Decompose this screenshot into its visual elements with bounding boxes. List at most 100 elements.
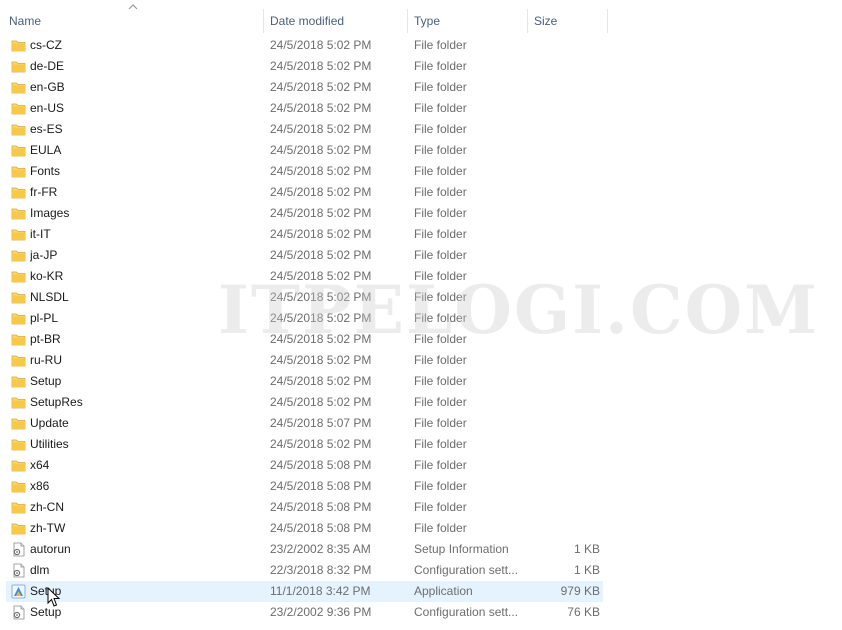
file-name: cs-CZ <box>30 38 62 52</box>
file-row[interactable]: zh-TW 24/5/2018 5:08 PM File folder <box>0 518 842 539</box>
file-size <box>530 455 600 476</box>
file-name: Setup <box>30 374 62 388</box>
file-date-modified: 11/1/2018 3:42 PM <box>270 584 371 598</box>
file-date-modified: 24/5/2018 5:02 PM <box>270 437 372 451</box>
file-name: Fonts <box>30 164 61 178</box>
file-row[interactable]: pt-BR 24/5/2018 5:02 PM File folder <box>0 329 842 350</box>
file-size: 1 KB <box>573 563 600 577</box>
file-row[interactable]: fr-FR 24/5/2018 5:02 PM File folder <box>0 182 842 203</box>
folder-icon <box>11 521 26 536</box>
file-name: dlm <box>30 563 50 577</box>
folder-icon <box>11 311 26 326</box>
folder-icon <box>11 59 26 74</box>
file-type: File folder <box>414 164 467 178</box>
file-name: Utilities <box>30 437 69 451</box>
folder-icon <box>11 164 26 179</box>
file-row[interactable]: Update 24/5/2018 5:07 PM File folder <box>0 413 842 434</box>
file-name: Setup <box>30 584 62 598</box>
folder-icon <box>11 332 26 347</box>
file-row[interactable]: en-US 24/5/2018 5:02 PM File folder <box>0 98 842 119</box>
file-row-selected[interactable]: Setup 11/1/2018 3:42 PM Application 979 KB <box>0 581 842 602</box>
column-header-type[interactable]: Type <box>408 8 528 34</box>
file-row[interactable]: Setup 23/2/2002 9:36 PM Configuration sett… <box>0 602 842 623</box>
file-size <box>530 350 600 371</box>
file-row[interactable]: zh-CN 24/5/2018 5:08 PM File folder <box>0 497 842 518</box>
folder-icon <box>11 437 26 452</box>
file-type: File folder <box>414 185 467 199</box>
file-row[interactable]: SetupRes 24/5/2018 5:02 PM File folder <box>0 392 842 413</box>
file-size <box>530 476 600 497</box>
file-date-modified: 24/5/2018 5:02 PM <box>270 248 372 262</box>
column-header-date-modified[interactable]: Date modified <box>264 8 408 34</box>
folder-icon <box>11 374 26 389</box>
file-name: en-US <box>30 101 65 115</box>
file-date-modified: 23/2/2002 8:35 AM <box>270 542 371 556</box>
file-date-modified: 24/5/2018 5:02 PM <box>270 311 372 325</box>
folder-icon <box>11 80 26 95</box>
file-row[interactable]: dlm 22/3/2018 8:32 PM Configuration sett..… <box>0 560 842 581</box>
file-size <box>530 518 600 539</box>
file-row[interactable]: Utilities 24/5/2018 5:02 PM File folder <box>0 434 842 455</box>
folder-icon <box>11 122 26 137</box>
file-row[interactable]: Images 24/5/2018 5:02 PM File folder <box>0 203 842 224</box>
file-date-modified: 24/5/2018 5:02 PM <box>270 332 372 346</box>
file-date-modified: 24/5/2018 5:02 PM <box>270 374 372 388</box>
file-date-modified: 22/3/2018 8:32 PM <box>270 563 372 577</box>
file-date-modified: 24/5/2018 5:02 PM <box>270 353 372 367</box>
file-type: File folder <box>414 479 467 493</box>
file-type: File folder <box>414 269 467 283</box>
file-row[interactable]: autorun 23/2/2002 8:35 AM Setup Informatio… <box>0 539 842 560</box>
mouse-cursor-icon <box>47 587 61 607</box>
file-name: Update <box>30 416 69 430</box>
column-header-size[interactable]: Size <box>528 8 608 34</box>
folder-icon <box>11 227 26 242</box>
folder-icon <box>11 479 26 494</box>
file-list: cs-CZ 24/5/2018 5:02 PM File folder de-DE 24… <box>0 35 842 623</box>
file-date-modified: 24/5/2018 5:02 PM <box>270 164 372 178</box>
file-size <box>530 392 600 413</box>
folder-icon <box>11 206 26 221</box>
file-row[interactable]: Fonts 24/5/2018 5:02 PM File folder <box>0 161 842 182</box>
application-icon <box>11 584 26 599</box>
file-row[interactable]: ja-JP 24/5/2018 5:02 PM File folder <box>0 245 842 266</box>
file-row[interactable]: ru-RU 24/5/2018 5:02 PM File folder <box>0 350 842 371</box>
file-type: File folder <box>414 458 467 472</box>
file-date-modified: 24/5/2018 5:02 PM <box>270 101 372 115</box>
file-row[interactable]: Setup 24/5/2018 5:02 PM File folder <box>0 371 842 392</box>
column-separator[interactable] <box>607 9 608 33</box>
file-date-modified: 23/2/2002 9:36 PM <box>270 605 372 619</box>
file-name: x64 <box>30 458 50 472</box>
file-row[interactable]: cs-CZ 24/5/2018 5:02 PM File folder <box>0 35 842 56</box>
file-row[interactable]: EULA 24/5/2018 5:02 PM File folder <box>0 140 842 161</box>
file-size: 76 KB <box>567 605 600 619</box>
file-size <box>530 287 600 308</box>
file-name: Images <box>30 206 70 220</box>
file-size <box>530 98 600 119</box>
file-row[interactable]: x64 24/5/2018 5:08 PM File folder <box>0 455 842 476</box>
file-row[interactable]: pl-PL 24/5/2018 5:02 PM File folder <box>0 308 842 329</box>
file-row[interactable]: es-ES 24/5/2018 5:02 PM File folder <box>0 119 842 140</box>
file-row[interactable]: ko-KR 24/5/2018 5:02 PM File folder <box>0 266 842 287</box>
file-date-modified: 24/5/2018 5:02 PM <box>270 269 372 283</box>
file-row[interactable]: it-IT 24/5/2018 5:02 PM File folder <box>0 224 842 245</box>
column-header-name[interactable]: Name <box>3 8 264 34</box>
file-size <box>530 224 600 245</box>
file-type: Configuration sett... <box>414 563 519 577</box>
file-name: it-IT <box>30 227 51 241</box>
folder-icon <box>11 290 26 305</box>
file-type: File folder <box>414 332 467 346</box>
file-row[interactable]: x86 24/5/2018 5:08 PM File folder <box>0 476 842 497</box>
file-size <box>530 161 600 182</box>
file-size <box>530 140 600 161</box>
file-size <box>530 119 600 140</box>
file-row[interactable]: NLSDL 24/5/2018 5:02 PM File folder <box>0 287 842 308</box>
file-row[interactable]: de-DE 24/5/2018 5:02 PM File folder <box>0 56 842 77</box>
file-size <box>530 56 600 77</box>
folder-icon <box>11 416 26 431</box>
file-type: File folder <box>414 101 467 115</box>
file-row[interactable]: en-GB 24/5/2018 5:02 PM File folder <box>0 77 842 98</box>
file-size: 1 KB <box>573 542 600 556</box>
file-type: File folder <box>414 395 467 409</box>
file-type: Configuration sett... <box>414 605 519 619</box>
file-date-modified: 24/5/2018 5:02 PM <box>270 59 372 73</box>
